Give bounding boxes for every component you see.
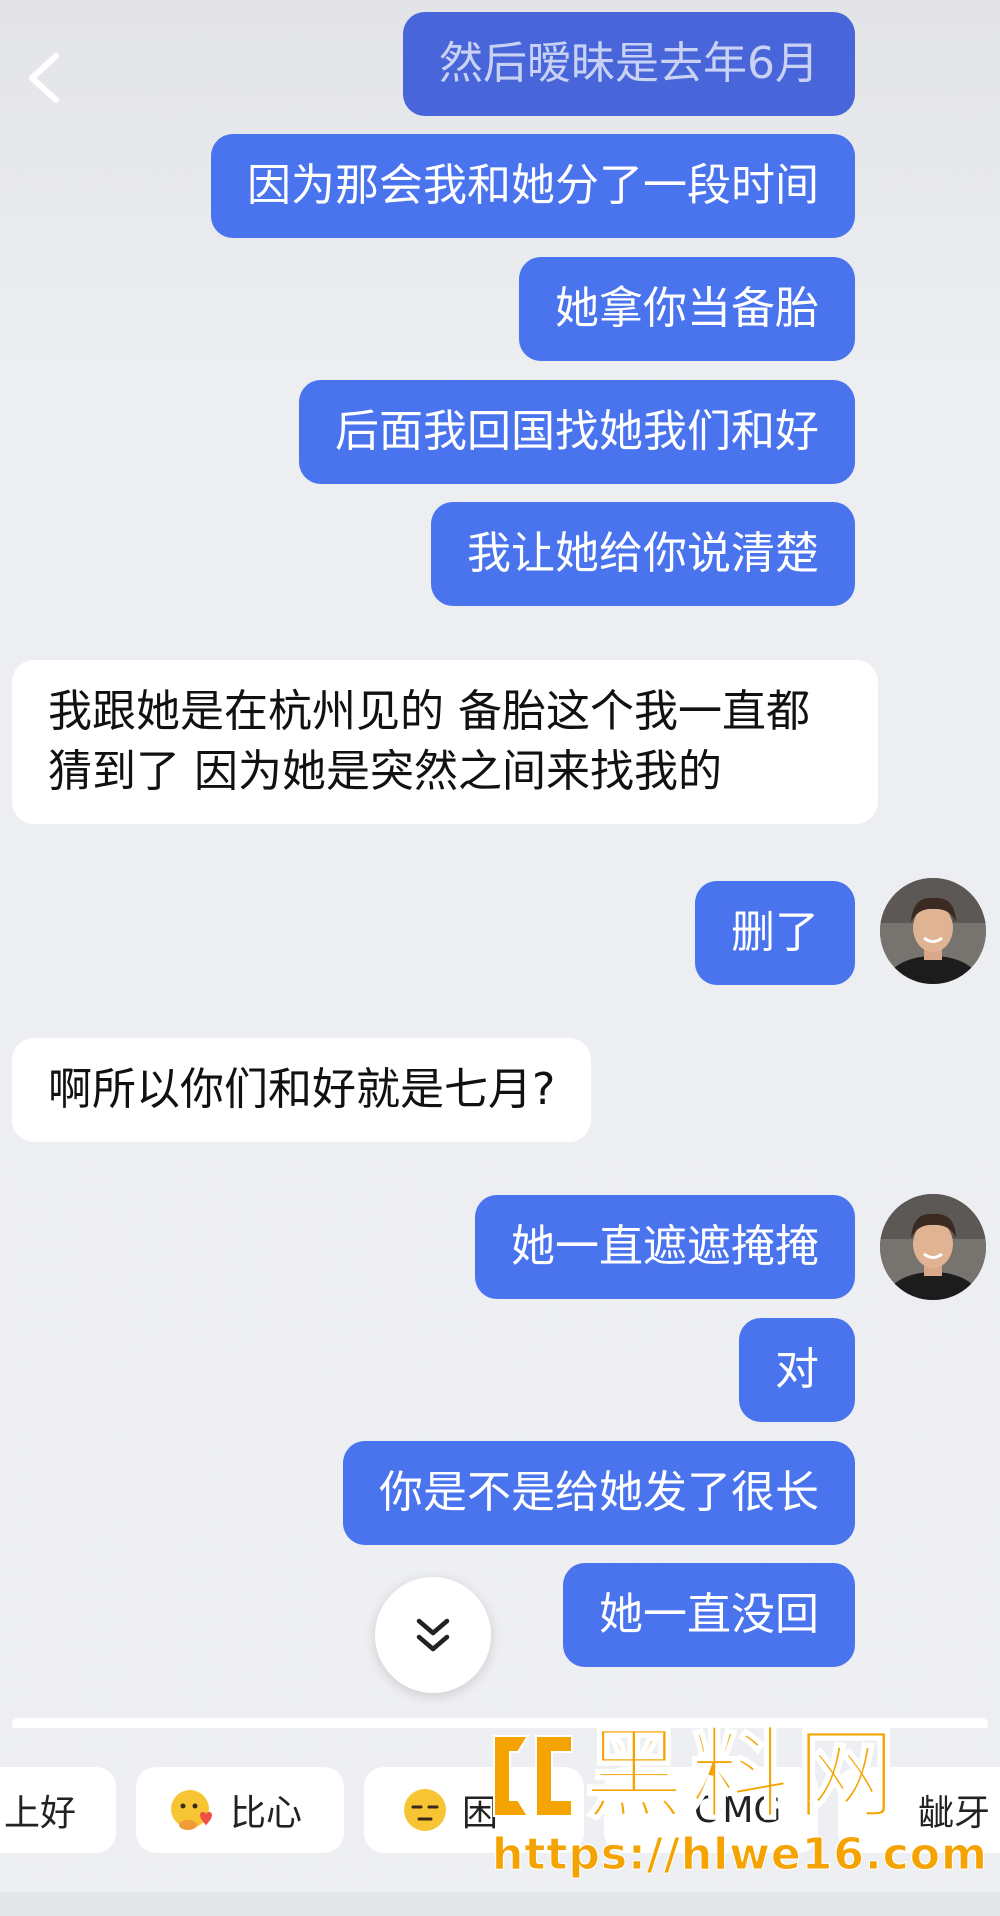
sleepy-emoji-icon xyxy=(404,1789,446,1831)
message-bubble-outgoing[interactable]: 因为那会我和她分了一段时间 xyxy=(211,134,855,238)
chevron-left-icon xyxy=(29,53,59,103)
message-bubble-outgoing[interactable]: 她一直遮遮掩掩 xyxy=(475,1195,855,1299)
message-bubble-outgoing[interactable]: 后面我回国找她我们和好 xyxy=(299,380,855,484)
watermark-logo-icon xyxy=(493,1735,573,1817)
message-bubble-outgoing[interactable]: 你是不是给她发了很长 xyxy=(343,1441,855,1545)
user-photo xyxy=(880,878,986,984)
double-chevron-down-icon xyxy=(416,1618,450,1652)
quick-reply-chip[interactable]: 比心 xyxy=(136,1767,344,1853)
back-button[interactable] xyxy=(22,48,72,108)
quick-reply-label: 上好 xyxy=(4,1793,77,1834)
quick-reply-label: 比心 xyxy=(230,1793,303,1834)
message-bubble-outgoing[interactable]: 对 xyxy=(739,1318,855,1422)
message-bubble-incoming[interactable]: 我跟她是在杭州见的 备胎这个我一直都猜到了 因为她是突然之间来找我的 xyxy=(12,660,878,824)
message-bubble-outgoing[interactable]: 然后暧昧是去年6月 xyxy=(403,12,855,116)
avatar[interactable] xyxy=(880,878,986,984)
message-bubble-outgoing[interactable]: 她一直没回 xyxy=(563,1563,855,1667)
bottom-edge xyxy=(0,1892,1000,1916)
watermark-url: https://hlwe16.com xyxy=(492,1829,988,1880)
message-bubble-outgoing[interactable]: 她拿你当备胎 xyxy=(519,257,855,361)
avatar[interactable] xyxy=(880,1194,986,1300)
message-bubble-incoming[interactable]: 啊所以你们和好就是七月? xyxy=(12,1038,592,1142)
watermark-title: 黑料网 xyxy=(583,1716,902,1833)
message-bubble-outgoing[interactable]: 删了 xyxy=(695,881,855,985)
watermark: 黑料网 https://hlwe16.com xyxy=(488,1716,988,1881)
user-photo xyxy=(880,1194,986,1300)
scroll-to-bottom-button[interactable] xyxy=(375,1577,491,1693)
heart-hands-emoji-icon xyxy=(171,1790,212,1830)
message-bubble-outgoing[interactable]: 我让她给你说清楚 xyxy=(431,502,855,606)
quick-reply-chip[interactable]: 上好 xyxy=(0,1767,116,1853)
